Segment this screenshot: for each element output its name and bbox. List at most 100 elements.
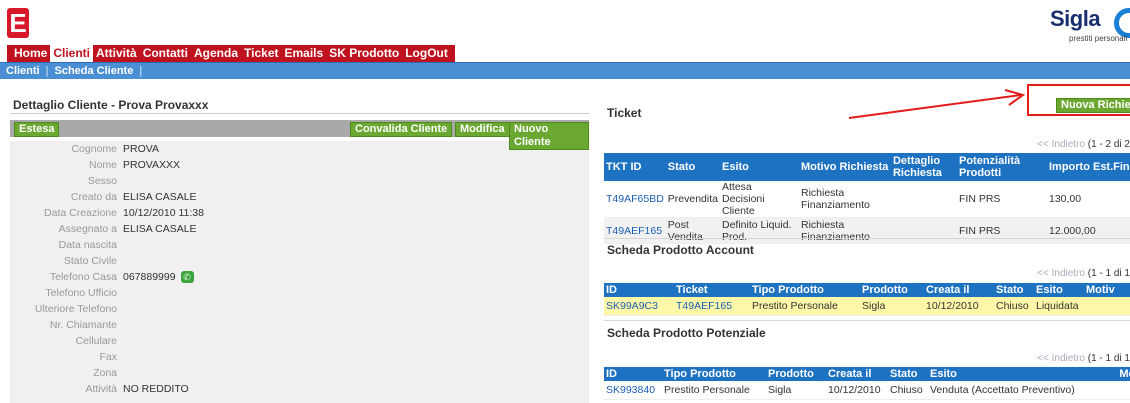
estesa-button[interactable]: Estesa <box>14 122 60 137</box>
field-row: Creato da ELISA CASALE <box>10 189 589 205</box>
nav-emails[interactable]: Emails <box>282 45 327 62</box>
table-cell: Post Vendita <box>665 217 720 244</box>
phone-number: 067889999 <box>123 271 176 283</box>
main-nav: Home Clienti Attività Contatti Agenda Ti… <box>7 45 455 62</box>
table-cell: 130,00 <box>1046 181 1130 218</box>
table-cell <box>890 181 957 218</box>
field-value: ELISA CASALE <box>123 223 197 235</box>
field-row: Data nascita <box>10 237 589 253</box>
subnav-clienti[interactable]: Clienti <box>0 65 46 77</box>
brand-logo: Sigla prestiti personali <box>1050 6 1130 46</box>
client-detail-panel: Dettaglio Cliente - Prova Provaxxx Estes… <box>10 96 589 403</box>
nav-sk-prodotto[interactable]: SK Prodotto <box>326 45 402 62</box>
column-header: Esito <box>719 153 799 181</box>
table-cell: Sigla <box>860 297 924 316</box>
field-label: Sesso <box>87 175 117 187</box>
field-value <box>123 301 589 317</box>
nuova-richiesta-button[interactable]: Nuova Richiest <box>1056 98 1130 113</box>
field-value <box>123 173 589 189</box>
field-label: Zona <box>93 367 117 379</box>
sk-id-link[interactable]: SK993840 <box>606 384 655 396</box>
potenziale-section-title: Scheda Prodotto Potenziale <box>607 326 766 340</box>
column-header: Prodotto <box>860 283 924 297</box>
brand-subtitle: prestiti personali <box>1069 34 1128 43</box>
section-divider <box>604 238 1130 239</box>
ticket-pager-back[interactable]: << Indietro <box>1037 139 1085 150</box>
nav-logout[interactable]: LogOut <box>402 45 451 62</box>
field-value: 067889999 ✆ <box>123 269 589 285</box>
column-header: Esito <box>928 367 1098 381</box>
table-cell: Prestito Personale <box>662 381 766 400</box>
field-value <box>123 317 589 333</box>
field-row: Attività NO REDDITO <box>10 381 589 397</box>
table-cell <box>1098 381 1130 400</box>
sub-nav: Clienti | Scheda Cliente | <box>0 62 1130 79</box>
account-pager-range: (1 - 1 di 1 <box>1087 268 1130 279</box>
table-cell: Definito Liquid. Prod. <box>719 217 799 244</box>
field-value <box>123 333 589 349</box>
table-row[interactable]: T49AEF165 Post Vendita Definito Liquid. … <box>604 217 1130 244</box>
account-pager-back[interactable]: << Indietro <box>1037 268 1085 279</box>
table-cell <box>1084 297 1130 316</box>
field-row: Nome PROVAXXX <box>10 157 589 173</box>
nav-contatti[interactable]: Contatti <box>140 45 191 62</box>
column-header: Tipo Prodotto <box>662 367 766 381</box>
nav-clienti[interactable]: Clienti <box>50 45 94 62</box>
subnav-divider: | <box>139 65 143 77</box>
field-row: Zona <box>10 365 589 381</box>
ticket-id-link[interactable]: T49AEF165 <box>676 300 732 312</box>
nav-attivita[interactable]: Attività <box>93 45 140 62</box>
client-fields: Cognome PROVA Nome PROVAXXX Sesso Creato d… <box>10 141 589 403</box>
column-header: Importo Est.Fin <box>1046 153 1130 181</box>
field-label: Attività <box>85 383 117 395</box>
field-row: Data Creazione 10/12/2010 11:38 <box>10 205 589 221</box>
column-header: Prodotto <box>766 367 826 381</box>
ticket-table: TKT ID Stato Esito Motivo Richiesta Dett… <box>604 153 1130 244</box>
field-value: 10/12/2010 11:38 <box>123 207 204 219</box>
table-cell: 12.000,00 <box>1046 217 1130 244</box>
client-detail-title: Dettaglio Cliente - Prova Provaxxx <box>10 96 589 114</box>
field-row: Cellulare <box>10 333 589 349</box>
table-cell: Chiuso <box>994 297 1034 316</box>
phone-call-icon[interactable]: ✆ <box>180 271 194 283</box>
table-cell: Liquidata <box>1034 297 1084 316</box>
field-value <box>123 253 589 269</box>
table-cell: FIN PRS <box>956 217 1047 244</box>
potenziale-pager-back[interactable]: << Indietro <box>1037 353 1085 364</box>
table-header-row: TKT ID Stato Esito Motivo Richiesta Dett… <box>604 153 1130 181</box>
potenziale-pager: << Indietro (1 - 1 di 1 <box>1037 353 1130 364</box>
field-label: Ulteriore Telefono <box>34 303 117 315</box>
table-row[interactable]: T49AF65BD Prevendita Attesa Decisioni Cl… <box>604 181 1130 218</box>
modifica-button[interactable]: Modifica <box>455 122 510 137</box>
ticket-id-link[interactable]: T49AF65BD <box>606 193 664 205</box>
field-row: Telefono Ufficio <box>10 285 589 301</box>
field-value <box>123 365 589 381</box>
subnav-scheda-cliente[interactable]: Scheda Cliente <box>48 65 139 77</box>
field-label: Fax <box>99 351 117 363</box>
ticket-pager-range: (1 - 2 di 2 <box>1087 139 1130 150</box>
field-label: Telefono Casa <box>49 271 117 283</box>
table-header-row: ID Tipo Prodotto Prodotto Creata il Stat… <box>604 367 1130 381</box>
table-cell: Prevendita <box>665 181 720 218</box>
nav-agenda[interactable]: Agenda <box>191 45 241 62</box>
table-cell: Venduta (Accettato Preventivo) <box>928 381 1098 400</box>
table-row[interactable]: SK993840 Prestito Personale Sigla 10/12/… <box>604 381 1130 400</box>
column-header: Stato <box>888 367 928 381</box>
ticket-id-link[interactable]: T49AEF165 <box>606 225 662 237</box>
field-value <box>123 237 589 253</box>
nav-ticket[interactable]: Ticket <box>241 45 281 62</box>
table-cell: Richiesta Finanziamento <box>798 181 891 218</box>
field-value: ELISA CASALE <box>123 191 197 203</box>
column-header: Stato <box>994 283 1034 297</box>
sk-id-link[interactable]: SK99A9C3 <box>606 300 658 312</box>
field-value: NO REDDITO <box>123 383 189 395</box>
field-value <box>123 349 589 365</box>
convalida-cliente-button[interactable]: Convalida Cliente <box>350 122 453 137</box>
ticket-pager: << Indietro (1 - 2 di 2 <box>1037 139 1130 150</box>
table-row[interactable]: SK99A9C3 T49AEF165 Prestito Personale Si… <box>604 297 1130 316</box>
section-divider <box>604 320 1130 321</box>
table-cell: Prestito Personale <box>750 297 860 316</box>
nuovo-cliente-button[interactable]: Nuovo Cliente <box>509 122 589 150</box>
field-row: Assegnato a ELISA CASALE <box>10 221 589 237</box>
nav-home[interactable]: Home <box>11 45 50 62</box>
